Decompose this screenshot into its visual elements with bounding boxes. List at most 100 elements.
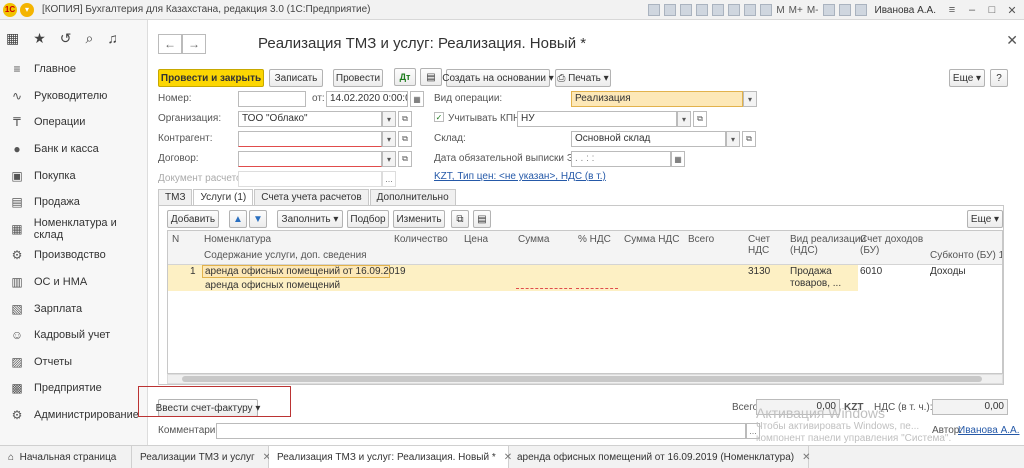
sidebar-item-9[interactable]: ▧ Зарплата: [0, 295, 147, 322]
row-income-account[interactable]: 6010: [860, 266, 882, 277]
pick-button[interactable]: Подбор: [347, 210, 389, 228]
search-icon[interactable]: ⌕: [86, 30, 94, 47]
date-field[interactable]: 14.02.2020 0:00:00: [326, 91, 408, 107]
back-button[interactable]: ←: [158, 34, 182, 54]
row-subconto[interactable]: Доходы: [930, 266, 966, 277]
add-row-button[interactable]: Добавить: [167, 210, 219, 228]
sidebar-item-10[interactable]: ☺ Кадровый учет: [0, 322, 147, 349]
kpn-checkbox[interactable]: ✓: [434, 112, 444, 122]
comment-edit-icon[interactable]: …: [746, 423, 760, 439]
col-income-account[interactable]: Счет доходов: [860, 234, 923, 245]
warehouse-field[interactable]: Основной склад: [571, 131, 726, 147]
price-info-link[interactable]: KZT, Тип цен: <не указан>, НДС (в т.): [434, 171, 606, 182]
contract-dropdown[interactable]: ▾: [382, 151, 396, 167]
organization-field[interactable]: ТОО "Облако": [238, 111, 382, 127]
col-total[interactable]: Всего: [688, 234, 714, 245]
row-nomenclature[interactable]: аренда офисных помещений от 16.09.2019: [205, 266, 406, 277]
kpn-field[interactable]: НУ: [517, 111, 677, 127]
col-nomenclature[interactable]: Номенклатура: [204, 234, 271, 245]
tab-additional[interactable]: Дополнительно: [369, 189, 456, 205]
calculator-icon[interactable]: [744, 4, 757, 16]
contractor-field[interactable]: [238, 131, 382, 147]
paste-icon[interactable]: ▤: [473, 210, 491, 228]
operation-type-dropdown[interactable]: ▾: [743, 91, 757, 107]
sidebar-item-5[interactable]: ▤ Продажа: [0, 189, 147, 216]
contract-open-icon[interactable]: ⧉: [398, 151, 412, 167]
organization-dropdown[interactable]: ▾: [382, 111, 396, 127]
organization-open-icon[interactable]: ⧉: [398, 111, 412, 127]
sidebar-item-12[interactable]: ▩ Предприятие: [0, 375, 147, 402]
sidebar-item-0[interactable]: ≡ Главное: [0, 56, 147, 83]
save-icon[interactable]: [648, 4, 661, 16]
screen-icon[interactable]: [822, 4, 835, 16]
kpn-dropdown[interactable]: ▾: [677, 111, 691, 127]
row-sale-type[interactable]: Продажа: [790, 266, 832, 277]
contractor-dropdown[interactable]: ▾: [382, 131, 396, 147]
col-sum[interactable]: Сумма: [518, 234, 549, 245]
sidebar-item-8[interactable]: ▥ ОС и НМА: [0, 269, 147, 296]
help-button[interactable]: ?: [990, 69, 1008, 87]
row-vat-account[interactable]: 3130: [748, 266, 770, 277]
copy-icon[interactable]: ⧉: [451, 210, 469, 228]
col-sale-type[interactable]: Вид реализации: [790, 234, 866, 245]
favorites-star-icon[interactable]: ★: [33, 30, 46, 47]
col-qty[interactable]: Количество: [394, 234, 448, 245]
bottom-tab-home[interactable]: ⌂ Начальная страница: [0, 446, 132, 468]
contractor-open-icon[interactable]: ⧉: [398, 131, 412, 147]
col-subconto[interactable]: Субконто (БУ) 1: [930, 250, 1002, 261]
col-content[interactable]: Содержание услуги, доп. сведения: [204, 250, 367, 261]
kpn-open-icon[interactable]: ⧉: [693, 111, 707, 127]
tab-tmz[interactable]: ТМЗ: [158, 189, 193, 205]
sidebar-item-13[interactable]: ⚙ Администрирование: [0, 402, 147, 429]
sidebar-item-4[interactable]: ▣ Покупка: [0, 162, 147, 189]
bottom-tab-sales-list[interactable]: Реализации ТМЗ и услуг ✕: [132, 446, 271, 468]
col-vat-sum[interactable]: Сумма НДС: [624, 234, 679, 245]
col-n[interactable]: N: [172, 234, 179, 245]
bottom-tab-current-doc[interactable]: Реализация ТМЗ и услуг: Реализация. Новы…: [269, 446, 512, 468]
sidebar-item-3[interactable]: ● Банк и касса: [0, 136, 147, 163]
esf-date-field[interactable]: . . : :: [571, 151, 671, 167]
tab-settlement-accounts[interactable]: Счета учета расчетов: [254, 189, 369, 205]
tab-close-icon[interactable]: ✕: [802, 452, 810, 463]
save-button[interactable]: Записать: [269, 69, 323, 87]
memory-mminus-button[interactable]: M-: [807, 5, 819, 16]
author-link[interactable]: Иванова А.А.: [958, 425, 1019, 436]
move-up-icon[interactable]: ▲: [229, 210, 247, 228]
number-field[interactable]: [238, 91, 306, 107]
history-icon[interactable]: [728, 4, 741, 16]
forward-button[interactable]: →: [182, 34, 206, 54]
post-and-close-button[interactable]: Провести и закрыть: [158, 69, 264, 87]
sidebar-item-11[interactable]: ▨ Отчеты: [0, 349, 147, 376]
print-button[interactable]: ⎙ Печать ▾: [555, 69, 611, 87]
sidebar-item-1[interactable]: ∿ Руководителю: [0, 83, 147, 110]
move-down-icon[interactable]: ▼: [249, 210, 267, 228]
structure-icon[interactable]: ▤: [420, 68, 442, 86]
table-more-button[interactable]: Еще ▾: [967, 210, 1003, 228]
change-button[interactable]: Изменить: [393, 210, 445, 228]
create-based-on-button[interactable]: Создать на основании ▾: [442, 69, 554, 87]
sidebar-item-2[interactable]: ₸ Операции: [0, 109, 147, 136]
minimize-icon[interactable]: –: [964, 4, 980, 16]
upload-icon[interactable]: [712, 4, 725, 16]
apps-grid-icon[interactable]: ▦: [6, 30, 19, 47]
form-close-icon[interactable]: ✕: [1006, 32, 1018, 49]
memory-m-button[interactable]: M: [776, 5, 784, 16]
post-button[interactable]: Провести: [333, 69, 383, 87]
link-icon[interactable]: [680, 4, 693, 16]
scrollbar-thumb[interactable]: [182, 376, 982, 382]
col-vat-pct[interactable]: % НДС: [578, 234, 611, 245]
sidebar-item-6[interactable]: ▦ Номенклатура и склад: [0, 216, 147, 243]
download-icon[interactable]: [696, 4, 709, 16]
dt-kt-icon[interactable]: Дт: [394, 68, 416, 86]
warehouse-dropdown[interactable]: ▾: [726, 131, 740, 147]
date-calendar-icon[interactable]: ▦: [410, 91, 424, 107]
calendar-icon[interactable]: [760, 4, 773, 16]
payment-doc-field[interactable]: [238, 171, 382, 187]
main-menu-button[interactable]: ▾: [20, 2, 34, 17]
current-user[interactable]: Иванова А.А.: [875, 5, 936, 16]
row-content[interactable]: аренда офисных помещений: [205, 280, 340, 291]
esf-calendar-icon[interactable]: ▦: [671, 151, 685, 167]
window-close-icon[interactable]: ✕: [1004, 4, 1020, 17]
sidebar-item-7[interactable]: ⚙ Производство: [0, 242, 147, 269]
fill-button[interactable]: Заполнить ▾: [277, 210, 343, 228]
